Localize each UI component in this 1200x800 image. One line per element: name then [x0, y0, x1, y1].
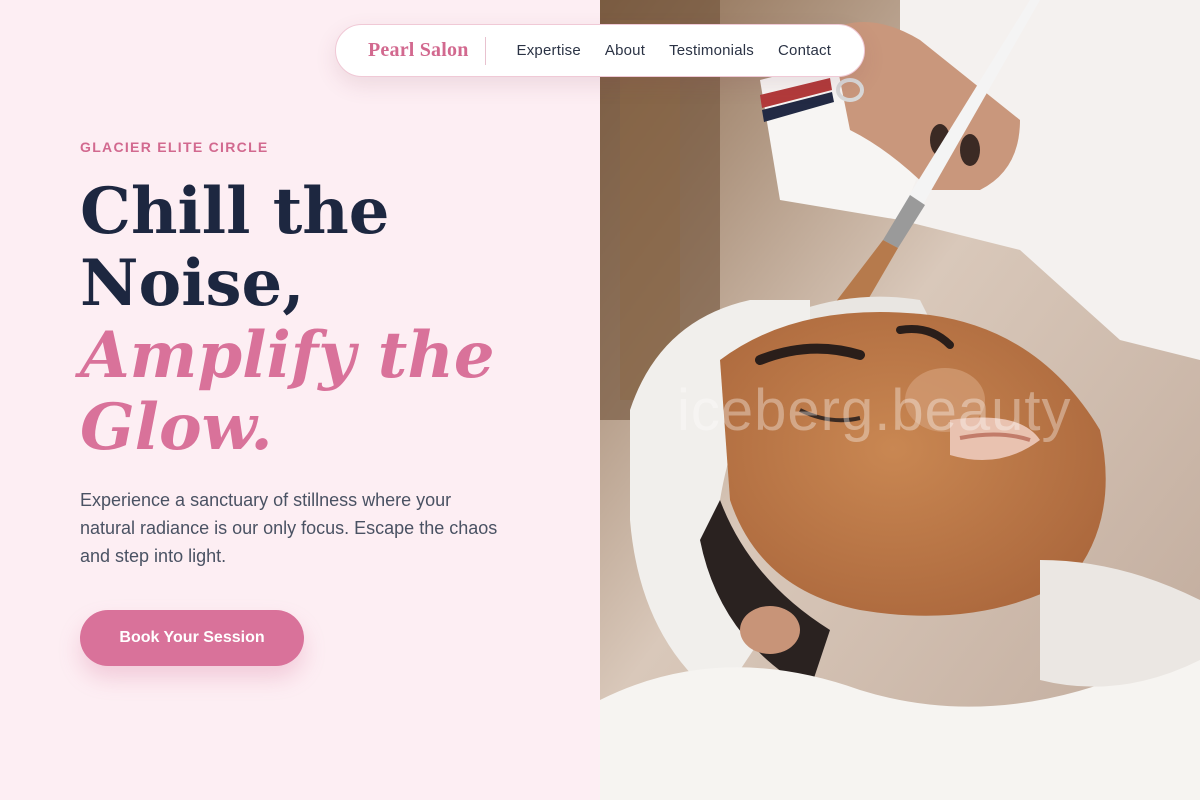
top-navigation: Pearl Salon Expertise About Testimonials…	[335, 24, 865, 77]
hero-photo	[600, 0, 1200, 800]
hero-headline: Chill the Noise, Amplify the Glow.	[80, 176, 495, 464]
nav-link-expertise[interactable]: Expertise	[517, 42, 581, 59]
nav-link-contact[interactable]: Contact	[778, 42, 831, 59]
nav-link-about[interactable]: About	[605, 42, 645, 59]
nav-divider	[484, 36, 486, 65]
hero-description: Experience a sanctuary of stillness wher…	[80, 490, 498, 566]
hero-eyebrow: GLACIER ELITE CIRCLE	[80, 139, 269, 155]
headline-accent-line: Amplify the	[80, 318, 495, 393]
facial-treatment-illustration	[600, 0, 1200, 800]
nav-link-testimonials[interactable]: Testimonials	[669, 42, 754, 59]
headline-accent-line: Glow.	[80, 390, 273, 465]
headline-line: Chill the	[80, 174, 390, 249]
brand-logo[interactable]: Pearl Salon	[368, 39, 469, 62]
hero-panel: GLACIER ELITE CIRCLE Chill the Noise, Am…	[0, 0, 600, 800]
book-session-button[interactable]: Book Your Session	[80, 610, 304, 666]
headline-line: Noise,	[80, 246, 305, 321]
